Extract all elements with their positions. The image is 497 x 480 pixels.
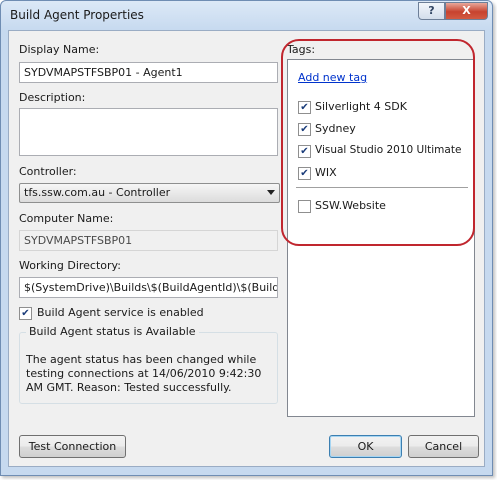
display-name-field[interactable]: SYDVMAPSTFSBP01 - Agent1 bbox=[19, 62, 278, 83]
help-icon[interactable]: ? bbox=[418, 2, 445, 20]
test-connection-button[interactable]: Test Connection bbox=[19, 435, 126, 458]
close-icon[interactable]: X bbox=[445, 2, 488, 20]
title-bar[interactable]: Build Agent Properties ? X bbox=[1, 1, 492, 29]
controller-selected-value: tfs.ssw.com.au - Controller bbox=[24, 186, 171, 199]
working-directory-field[interactable]: $(SystemDrive)\Builds\$(BuildAgentId)\$(… bbox=[19, 277, 278, 298]
window-title: Build Agent Properties bbox=[10, 8, 144, 22]
description-label: Description: bbox=[19, 91, 86, 104]
highlight-annotation bbox=[281, 39, 475, 246]
status-group-title: Build Agent status is Available bbox=[26, 325, 199, 338]
dialog-body: Display Name: SYDVMAPSTFSBP01 - Agent1 D… bbox=[8, 30, 485, 467]
ok-button[interactable]: OK bbox=[329, 435, 402, 458]
description-field[interactable] bbox=[19, 108, 278, 156]
status-groupbox: Build Agent status is Available The agen… bbox=[19, 325, 278, 404]
service-enabled-checkbox-row[interactable]: ✔ Build Agent service is enabled bbox=[19, 306, 269, 322]
computer-name-label: Computer Name: bbox=[19, 212, 114, 225]
controller-dropdown[interactable]: tfs.ssw.com.au - Controller bbox=[19, 183, 280, 203]
service-enabled-checkbox[interactable]: ✔ bbox=[19, 307, 32, 320]
controller-label: Controller: bbox=[19, 165, 77, 178]
service-enabled-label: Build Agent service is enabled bbox=[37, 306, 204, 319]
cancel-button[interactable]: Cancel bbox=[408, 435, 479, 458]
display-name-label: Display Name: bbox=[19, 43, 100, 56]
status-message: The agent status has been changed while … bbox=[26, 353, 262, 394]
chevron-down-icon bbox=[267, 190, 275, 195]
working-directory-label: Working Directory: bbox=[19, 259, 121, 272]
computer-name-field: SYDVMAPSTFSBP01 bbox=[19, 230, 278, 251]
dialog-window: Build Agent Properties ? X Display Name:… bbox=[0, 0, 493, 476]
